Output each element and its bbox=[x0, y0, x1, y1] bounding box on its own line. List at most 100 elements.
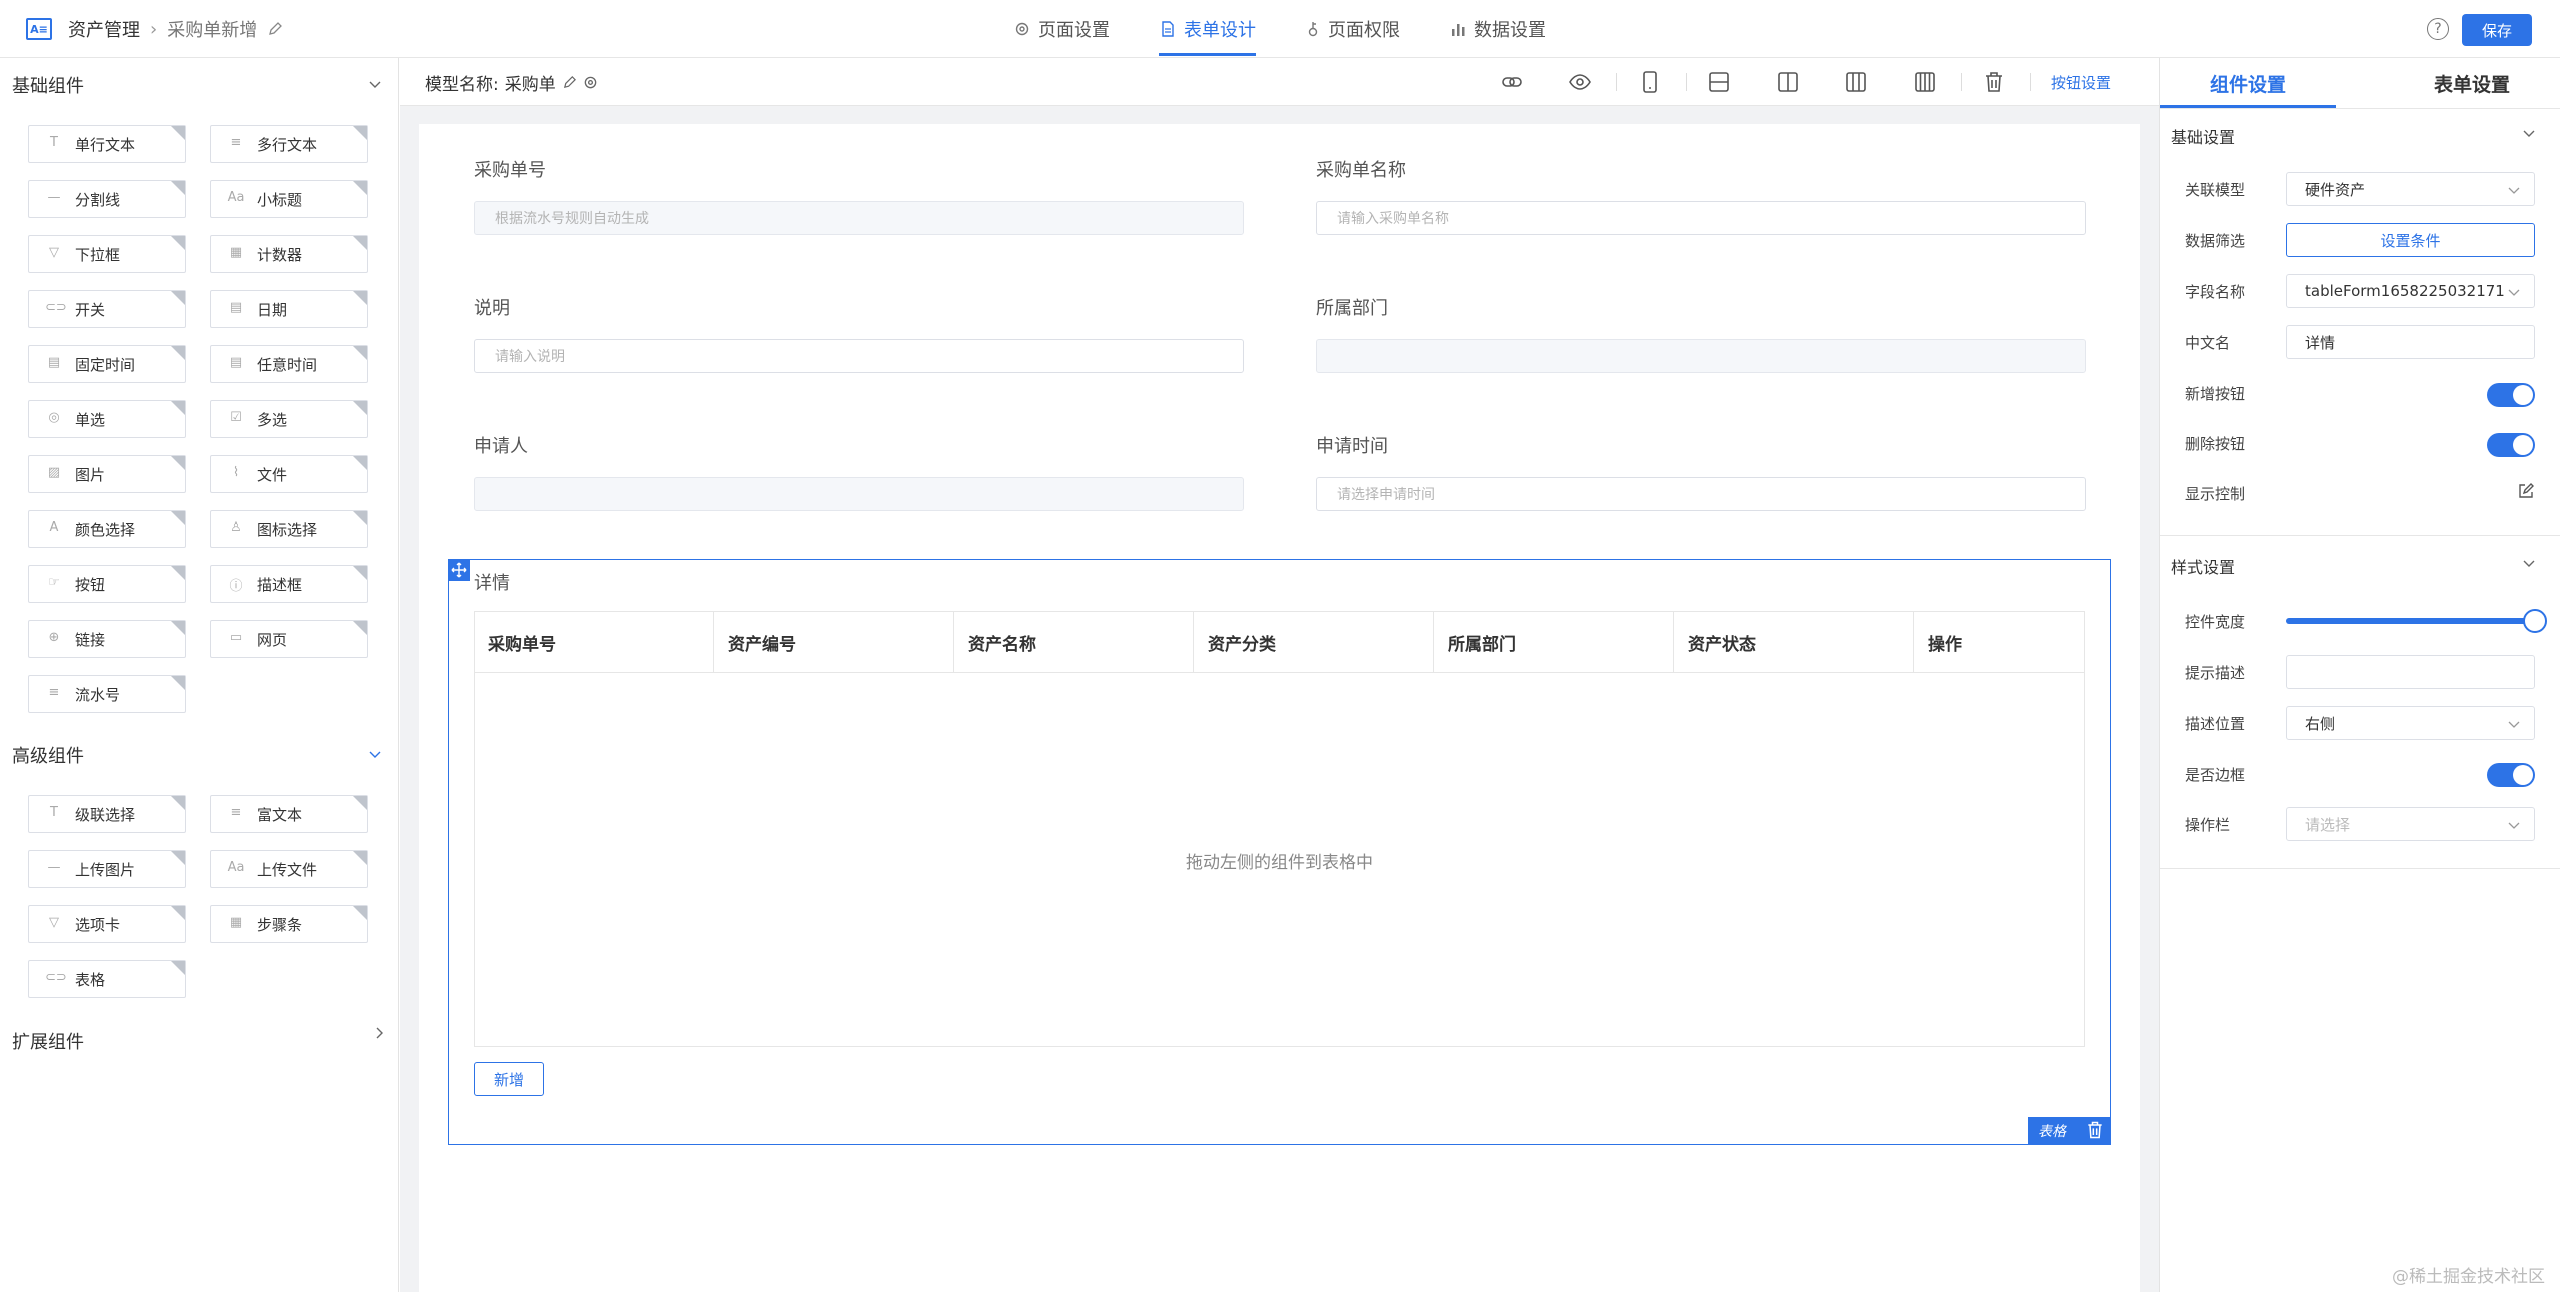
basic-component-item[interactable]: ≡ 多行文本 bbox=[210, 125, 368, 163]
save-button[interactable]: 保存 bbox=[2462, 14, 2532, 46]
layout-three-column-icon[interactable] bbox=[1844, 70, 1868, 94]
basic-component-item[interactable]: ⊂⊃ 开关 bbox=[28, 290, 186, 328]
form-field-input[interactable]: 请选择申请时间 bbox=[1316, 477, 2086, 511]
table-delete-icon[interactable] bbox=[2085, 1120, 2105, 1140]
chevron-down-icon[interactable] bbox=[368, 748, 382, 762]
width-slider-track[interactable] bbox=[2286, 618, 2535, 624]
breadcrumb-page: 采购单新增 bbox=[167, 20, 258, 41]
preview-eye-icon[interactable] bbox=[1568, 70, 1592, 94]
component-type-icon: ▤ bbox=[47, 355, 61, 370]
basic-component-item[interactable]: ☑ 多选 bbox=[210, 400, 368, 438]
tab-form-settings[interactable]: 表单设置 bbox=[2384, 58, 2560, 108]
basic-component-item[interactable]: ▽ 下拉框 bbox=[28, 235, 186, 273]
basic-component-item[interactable]: ▭ 网页 bbox=[210, 620, 368, 658]
basic-component-item[interactable]: — 分割线 bbox=[28, 180, 186, 218]
chevron-right-icon[interactable] bbox=[373, 1026, 387, 1040]
form-field-input[interactable]: 根据流水号规则自动生成 bbox=[474, 201, 1244, 235]
breadcrumb-app[interactable]: 资产管理 bbox=[68, 16, 140, 42]
basic-component-item[interactable]: A 颜色选择 bbox=[28, 510, 186, 548]
component-type-icon: ▤ bbox=[229, 300, 243, 315]
form-field-input[interactable] bbox=[1316, 339, 2086, 373]
chevron-down-icon[interactable] bbox=[2522, 127, 2536, 141]
advanced-component-item[interactable]: ≡ 富文本 bbox=[210, 795, 368, 833]
edit-icon[interactable] bbox=[562, 75, 577, 90]
border-toggle[interactable] bbox=[2487, 763, 2535, 787]
border-label: 是否边框 bbox=[2185, 766, 2246, 784]
button-settings-link[interactable]: 按钮设置 bbox=[2051, 72, 2111, 93]
form-field-input[interactable] bbox=[474, 477, 1244, 511]
layout-two-column-icon[interactable] bbox=[1776, 70, 1800, 94]
advanced-component-item[interactable]: ▽ 选项卡 bbox=[28, 905, 186, 943]
layout-four-column-icon[interactable] bbox=[1913, 70, 1937, 94]
basic-settings-title[interactable]: 基础设置 bbox=[2171, 124, 2235, 148]
layout-one-column-icon[interactable] bbox=[1707, 70, 1731, 94]
width-slider-handle[interactable] bbox=[2523, 609, 2547, 633]
trash-icon[interactable] bbox=[1982, 70, 2006, 94]
basic-component-item[interactable]: ▦ 计数器 bbox=[210, 235, 368, 273]
basic-component-item[interactable]: ⌇ 文件 bbox=[210, 455, 368, 493]
basic-component-item[interactable]: ▤ 固定时间 bbox=[28, 345, 186, 383]
tab-component-settings[interactable]: 组件设置 bbox=[2160, 58, 2336, 108]
basic-component-item[interactable]: ♙ 图标选择 bbox=[210, 510, 368, 548]
basic-component-item[interactable]: ⓘ 描述框 bbox=[210, 565, 368, 603]
basic-component-item[interactable]: ▨ 图片 bbox=[28, 455, 186, 493]
add-button-toggle[interactable] bbox=[2487, 383, 2535, 407]
table-add-button[interactable]: 新增 bbox=[474, 1062, 544, 1096]
hint-desc-input[interactable] bbox=[2286, 655, 2535, 689]
component-type-icon: ≡ bbox=[230, 135, 242, 150]
basic-component-item[interactable]: ◎ 单选 bbox=[28, 400, 186, 438]
form-field-label: 所属部门 bbox=[1316, 298, 1388, 319]
hint-desc-label: 提示描述 bbox=[2185, 664, 2246, 682]
delete-button-toggle[interactable] bbox=[2487, 433, 2535, 457]
chevron-down-icon[interactable] bbox=[2522, 557, 2536, 571]
component-type-icon: ≡ bbox=[48, 685, 60, 700]
basic-component-item[interactable]: ☞ 按钮 bbox=[28, 565, 186, 603]
basic-component-item[interactable]: ▤ 日期 bbox=[210, 290, 368, 328]
tab-data-settings[interactable]: 数据设置 bbox=[1450, 0, 1546, 58]
corner-mark bbox=[353, 796, 367, 810]
basic-component-item[interactable]: ≡ 流水号 bbox=[28, 675, 186, 713]
linked-model-select[interactable]: 硬件资产 bbox=[2286, 172, 2535, 206]
basic-component-item[interactable]: ▤ 任意时间 bbox=[210, 345, 368, 383]
basic-components-title[interactable]: 基础组件 bbox=[12, 72, 84, 98]
component-label: 步骤条 bbox=[257, 915, 303, 934]
tab-page-permissions[interactable]: 页面权限 bbox=[1306, 0, 1400, 58]
corner-mark bbox=[353, 401, 367, 415]
set-condition-button[interactable]: 设置条件 bbox=[2286, 223, 2535, 257]
advanced-component-item[interactable]: ▦ 步骤条 bbox=[210, 905, 368, 943]
drag-move-icon[interactable] bbox=[448, 559, 470, 581]
link-icon[interactable] bbox=[1500, 70, 1524, 94]
form-field-input[interactable]: 请输入说明 bbox=[474, 339, 1244, 373]
model-name-label: 模型名称: bbox=[425, 75, 499, 95]
advanced-component-item[interactable]: ⊂⊃ 表格 bbox=[28, 960, 186, 998]
help-icon[interactable]: ? bbox=[2427, 18, 2449, 40]
tab-page-settings[interactable]: 页面设置 bbox=[1014, 0, 1110, 58]
edit-icon[interactable] bbox=[267, 21, 283, 37]
basic-component-item[interactable]: ⊕ 链接 bbox=[28, 620, 186, 658]
component-label: 多选 bbox=[257, 410, 288, 429]
action-column-select[interactable]: 请选择 bbox=[2286, 807, 2535, 841]
chevron-down-icon[interactable] bbox=[368, 78, 382, 92]
field-name-select[interactable]: tableForm1658225032171 bbox=[2286, 274, 2535, 308]
component-type-icon: ⊂⊃ bbox=[45, 300, 67, 315]
component-label: 链接 bbox=[75, 630, 106, 649]
mobile-icon[interactable] bbox=[1638, 70, 1662, 94]
basic-component-item[interactable]: T 单行文本 bbox=[28, 125, 186, 163]
form-field-input[interactable]: 请输入采购单名称 bbox=[1316, 201, 2086, 235]
component-type-icon: T bbox=[50, 135, 58, 150]
form-field-label: 说明 bbox=[474, 298, 510, 319]
advanced-component-item[interactable]: T 级联选择 bbox=[28, 795, 186, 833]
style-settings-title[interactable]: 样式设置 bbox=[2171, 554, 2235, 578]
component-type-icon: ▽ bbox=[49, 915, 59, 930]
advanced-components-title[interactable]: 高级组件 bbox=[12, 742, 84, 768]
desc-position-select[interactable]: 右侧 bbox=[2286, 706, 2535, 740]
edit-square-icon[interactable] bbox=[2517, 482, 2535, 500]
basic-component-item[interactable]: Aa 小标题 bbox=[210, 180, 368, 218]
gear-icon[interactable] bbox=[583, 75, 598, 90]
extend-components-title[interactable]: 扩展组件 bbox=[12, 1028, 84, 1054]
advanced-component-item[interactable]: — 上传图片 bbox=[28, 850, 186, 888]
advanced-component-item[interactable]: Aa 上传文件 bbox=[210, 850, 368, 888]
component-type-icon: ▦ bbox=[229, 245, 243, 260]
chinese-name-input[interactable]: 详情 bbox=[2286, 325, 2535, 359]
tab-form-design[interactable]: 表单设计 bbox=[1160, 0, 1256, 58]
